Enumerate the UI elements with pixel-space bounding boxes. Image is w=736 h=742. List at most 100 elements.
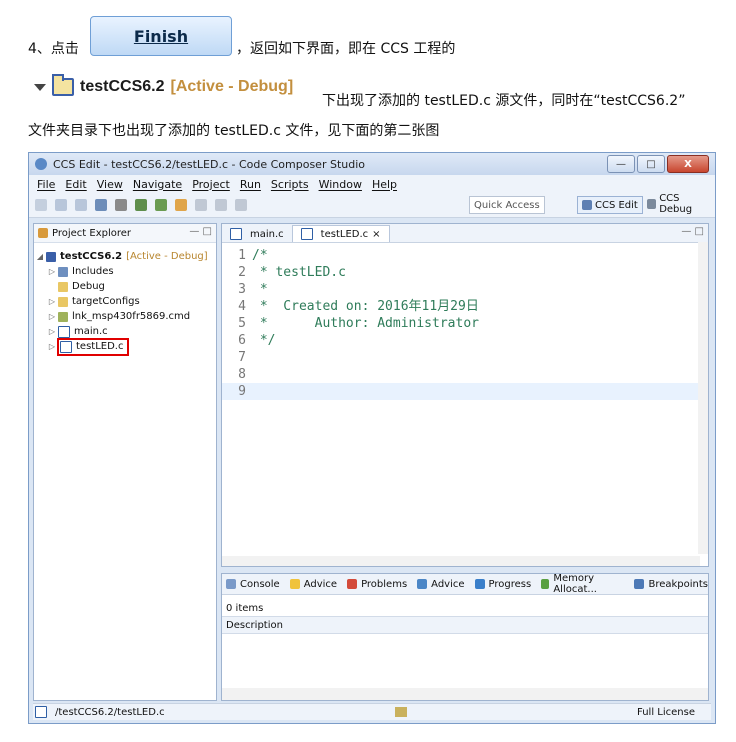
- tree-item-label: Includes: [72, 266, 114, 277]
- highlight-box: testLED.c: [57, 337, 130, 356]
- cmd-file-icon: [58, 311, 68, 322]
- menu-view[interactable]: View: [97, 178, 123, 191]
- close-button[interactable]: X: [667, 155, 709, 173]
- advice-icon: [417, 579, 428, 589]
- ccs-edit-label: CCS Edit: [595, 199, 638, 211]
- code-line: 4 * Created on: 2016年11月29日: [238, 299, 479, 314]
- close-tab-icon[interactable]: ×: [372, 229, 380, 240]
- tab-memory-allocation[interactable]: Memory Allocat...: [541, 573, 624, 595]
- minimize-button[interactable]: —: [607, 155, 635, 173]
- perspective-ccs-debug[interactable]: CCS Debug: [643, 193, 715, 215]
- tab-breakpoints[interactable]: Breakpoints: [634, 579, 708, 590]
- code-line: 7: [238, 350, 246, 365]
- format-icon[interactable]: [195, 199, 207, 211]
- tree-item-includes[interactable]: ▷ Includes: [36, 264, 214, 279]
- tree-item-targetconfigs[interactable]: ▷ targetConfigs: [36, 294, 214, 309]
- tree-item-label: main.c: [74, 326, 108, 337]
- c-file-icon: [60, 340, 72, 353]
- progress-icon: [474, 579, 485, 589]
- editor-horizontal-scrollbar[interactable]: [222, 556, 700, 566]
- tree-item-cmd[interactable]: ▷ lnk_msp430fr5869.cmd: [36, 309, 214, 324]
- save-icon[interactable]: [55, 199, 67, 211]
- c-file-icon: [35, 706, 47, 718]
- perspective-ccs-edit[interactable]: CCS Edit: [577, 196, 643, 214]
- project-explorer-header: Project Explorer — □: [34, 224, 216, 243]
- bug-icon[interactable]: [155, 199, 167, 211]
- finish-button[interactable]: Finish: [90, 16, 232, 56]
- tab-progress[interactable]: Progress: [474, 579, 531, 590]
- description-column-header[interactable]: Description: [222, 616, 708, 634]
- folder-icon: [58, 296, 68, 307]
- ccs-window: CCS Edit - testCCS6.2/testLED.c - Code C…: [28, 152, 716, 724]
- tree-item-label: Debug: [72, 281, 105, 292]
- tab-testled-c[interactable]: testLED.c ×: [291, 225, 390, 242]
- bottom-horizontal-scrollbar[interactable]: [222, 688, 708, 700]
- build-icon[interactable]: [95, 199, 107, 211]
- ccs-debug-icon: [647, 199, 657, 209]
- editor-vertical-scrollbar[interactable]: [698, 242, 708, 554]
- tree-item-project[interactable]: ◢ testCCS6.2 [Active - Debug]: [36, 249, 214, 264]
- project-folder-icon: [52, 74, 74, 96]
- license-status: Full License: [637, 706, 695, 718]
- collapse-icon[interactable]: ▷: [48, 342, 56, 351]
- expand-triangle-icon: [34, 83, 46, 91]
- editor-panel: main.c testLED.c × — □ 1/* 2 * testLED.c…: [221, 223, 709, 567]
- panel-window-buttons[interactable]: — □: [189, 226, 212, 237]
- window-title: CCS Edit - testCCS6.2/testLED.c - Code C…: [53, 157, 366, 171]
- new-icon[interactable]: [35, 199, 47, 211]
- maximize-button[interactable]: □: [637, 155, 665, 173]
- tab-main-c[interactable]: main.c: [222, 226, 292, 242]
- lightbulb-icon: [289, 579, 300, 589]
- status-path-text: /testCCS6.2/testLED.c: [55, 706, 165, 718]
- tree-item-suffix: [Active - Debug]: [126, 251, 208, 262]
- menu-help[interactable]: Help: [372, 178, 397, 191]
- editor-window-buttons[interactable]: — □: [681, 226, 704, 237]
- memory-icon: [541, 579, 550, 589]
- c-file-icon: [58, 325, 70, 338]
- line-2-suffix: 下出现了添加的 testLED.c 源文件，同时在“testCCS6.2”: [322, 93, 686, 109]
- tree-item-label: testLED.c: [76, 341, 124, 352]
- back-icon[interactable]: [215, 199, 227, 211]
- tab-console[interactable]: Console: [226, 579, 280, 590]
- expand-icon[interactable]: ◢: [36, 252, 44, 261]
- menu-project[interactable]: Project: [192, 178, 230, 191]
- quick-access-field[interactable]: Quick Access: [469, 196, 545, 214]
- step-text-prefix: 4、点击: [28, 41, 79, 57]
- collapse-icon[interactable]: ▷: [48, 312, 56, 321]
- project-state-reference: [Active - Debug]: [170, 78, 294, 95]
- pencil-icon[interactable]: [175, 199, 187, 211]
- collapse-icon[interactable]: ▷: [48, 327, 56, 336]
- save-all-icon[interactable]: [75, 199, 87, 211]
- menu-edit[interactable]: Edit: [65, 178, 86, 191]
- project-reference: testCCS6.2 [Active - Debug]: [34, 74, 294, 96]
- includes-icon: [58, 266, 68, 277]
- code-line: 8: [238, 367, 246, 382]
- tree-item-label: lnk_msp430fr5869.cmd: [72, 311, 191, 322]
- c-file-icon: [300, 228, 313, 240]
- editor-tabs: main.c testLED.c × — □: [222, 224, 708, 243]
- tree-item-debug[interactable]: Debug: [36, 279, 214, 294]
- project-explorer-icon: [38, 228, 48, 238]
- forward-icon[interactable]: [235, 199, 247, 211]
- debug-icon[interactable]: [135, 199, 147, 211]
- tree-item-testled-c[interactable]: ▷ testLED.c: [36, 337, 214, 356]
- menu-scripts[interactable]: Scripts: [271, 178, 309, 191]
- hammer-icon[interactable]: [115, 199, 127, 211]
- ccs-edit-icon: [582, 200, 592, 210]
- code-area[interactable]: 1/* 2 * testLED.c 3 * 4 * Created on: 20…: [222, 243, 708, 400]
- tab-advice-2[interactable]: Advice: [417, 579, 465, 590]
- collapse-icon[interactable]: ▷: [48, 297, 56, 306]
- bottom-tabs: Console Advice Problems Advice Progress …: [222, 573, 708, 595]
- status-path: /testCCS6.2/testLED.c: [33, 706, 165, 718]
- tree-item-label: testCCS6.2: [60, 251, 123, 262]
- menu-file[interactable]: File: [37, 178, 55, 191]
- collapse-icon[interactable]: ▷: [48, 267, 56, 276]
- menu-window[interactable]: Window: [319, 178, 362, 191]
- tree-item-label: targetConfigs: [72, 296, 140, 307]
- project-icon: [46, 251, 56, 262]
- tab-problems[interactable]: Problems: [347, 579, 407, 590]
- menu-navigate[interactable]: Navigate: [133, 178, 182, 191]
- tab-advice[interactable]: Advice: [289, 579, 337, 590]
- menu-run[interactable]: Run: [240, 178, 261, 191]
- problems-icon: [347, 579, 358, 589]
